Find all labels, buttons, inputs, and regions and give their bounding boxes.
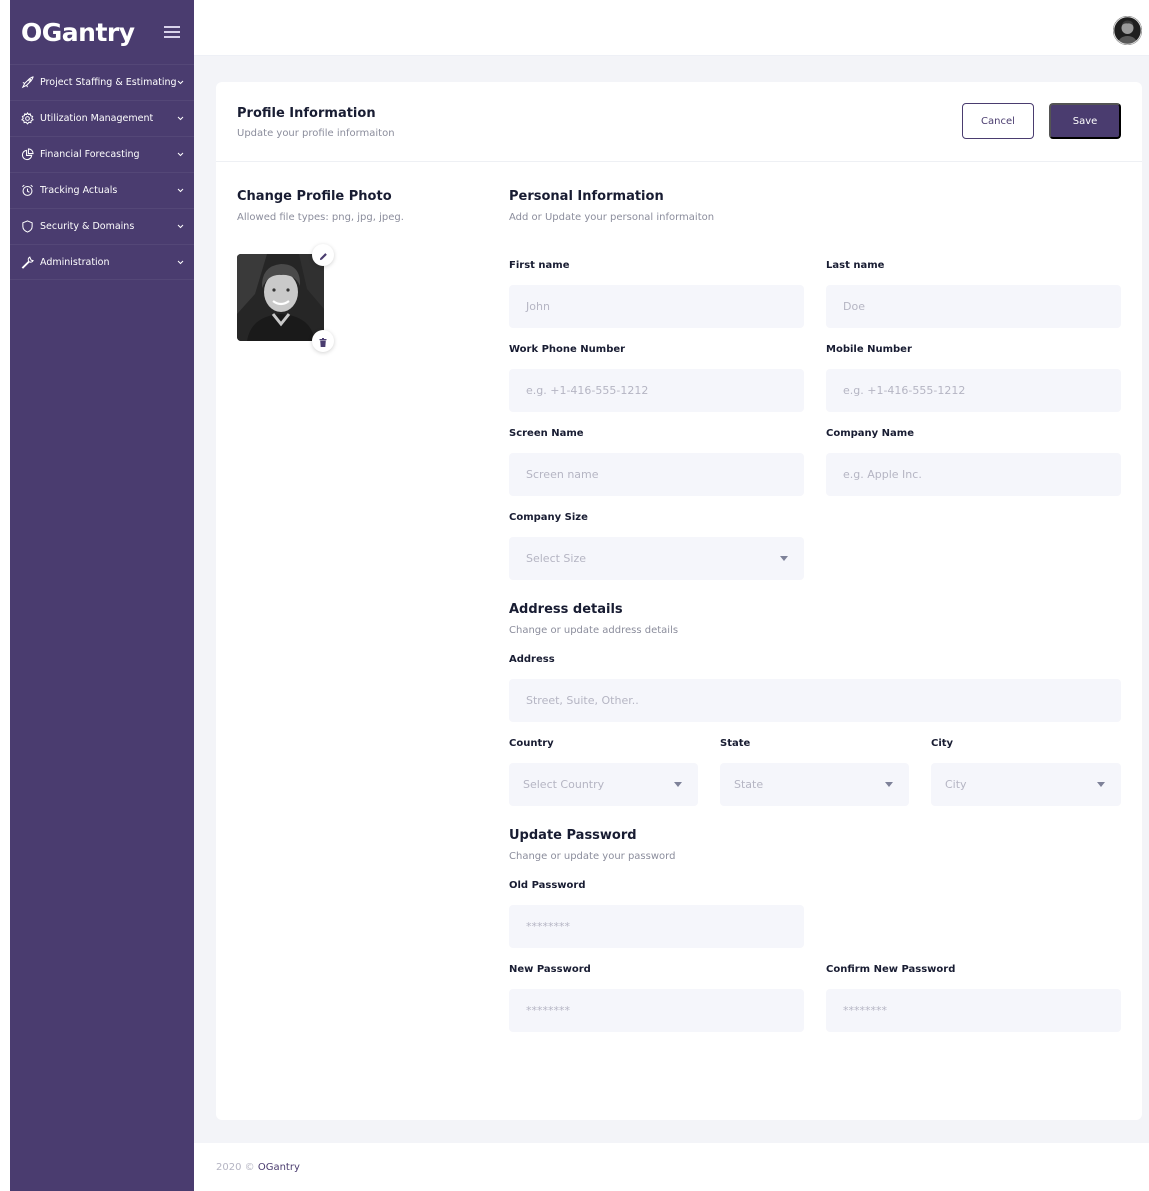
old-password-input[interactable]: ********	[509, 905, 804, 948]
chevron-down-icon	[176, 258, 184, 266]
sidebar-item-label: Financial Forecasting	[40, 149, 140, 160]
remove-photo-button[interactable]	[312, 330, 334, 352]
user-avatar[interactable]	[1113, 16, 1142, 45]
first-name-input[interactable]: John	[509, 285, 804, 328]
page-subtitle: Update your profile informaiton	[237, 128, 395, 139]
work-phone-input[interactable]: e.g. +1-416-555-1212	[509, 369, 804, 412]
city-select[interactable]: City	[931, 763, 1121, 806]
old-password-label: Old Password	[509, 880, 586, 891]
state-select[interactable]: State	[720, 763, 909, 806]
new-password-input[interactable]: ********	[509, 989, 804, 1032]
caret-down-icon	[885, 782, 893, 787]
address-section-subtitle: Change or update address details	[509, 625, 679, 636]
country-label: Country	[509, 738, 554, 749]
cancel-button[interactable]: Cancel	[962, 103, 1034, 139]
city-label: City	[931, 738, 954, 749]
sidebar-header: OGantry	[10, 0, 194, 64]
personal-section-subtitle: Add or Update your personal informaiton	[509, 212, 715, 223]
screen-name-input[interactable]: Screen name	[509, 453, 804, 496]
wrench-icon	[20, 255, 34, 269]
shield-icon	[20, 220, 34, 234]
address-input[interactable]: Street, Suite, Other..	[509, 679, 1121, 722]
company-size-label: Company Size	[509, 512, 588, 523]
sidebar-item-label: Security & Domains	[40, 221, 135, 232]
photo-section-subtitle: Allowed file types: png, jpg, jpeg.	[237, 212, 404, 223]
edit-photo-button[interactable]	[312, 244, 334, 266]
address-label: Address	[509, 654, 555, 665]
state-label: State	[720, 738, 751, 749]
topbar	[194, 0, 1149, 56]
alarm-clock-icon	[20, 184, 34, 198]
work-phone-label: Work Phone Number	[509, 344, 626, 355]
footer-text: 2020 © OGantry	[216, 1162, 300, 1173]
caret-down-icon	[674, 782, 682, 787]
last-name-label: Last name	[826, 260, 885, 271]
company-size-select[interactable]: Select Size	[509, 537, 804, 580]
mobile-number-label: Mobile Number	[826, 344, 912, 355]
chevron-down-icon	[176, 115, 184, 123]
confirm-password-label: Confirm New Password	[826, 964, 956, 975]
card-header: Profile Information Update your profile …	[216, 82, 1142, 162]
country-value: Select Country	[523, 778, 605, 791]
mobile-number-input[interactable]: e.g. +1-416-555-1212	[826, 369, 1121, 412]
password-section-title: Update Password	[509, 828, 637, 843]
company-name-input[interactable]: e.g. Apple Inc.	[826, 453, 1121, 496]
caret-down-icon	[1097, 782, 1105, 787]
confirm-password-input[interactable]: ********	[826, 989, 1121, 1032]
company-name-label: Company Name	[826, 428, 914, 439]
company-size-value: Select Size	[526, 552, 587, 565]
first-name-label: First name	[509, 260, 570, 271]
profile-card: Profile Information Update your profile …	[216, 82, 1142, 1120]
country-select[interactable]: Select Country	[509, 763, 698, 806]
password-section-subtitle: Change or update your password	[509, 851, 676, 862]
sidebar-item-security[interactable]: Security & Domains	[10, 208, 194, 244]
menu-toggle-icon[interactable]	[164, 26, 180, 38]
sidebar-item-project-staffing[interactable]: Project Staffing & Estimating	[10, 64, 194, 100]
city-value: City	[945, 778, 967, 791]
sidebar-item-label: Project Staffing & Estimating	[40, 77, 176, 88]
footer: 2020 © OGantry	[194, 1143, 1149, 1191]
sidebar-item-administration[interactable]: Administration	[10, 244, 194, 280]
sidebar: OGantry Project Staffing & Estimating Ut…	[10, 0, 194, 1191]
caret-down-icon	[780, 556, 788, 561]
chevron-down-icon	[176, 223, 184, 231]
screen-name-label: Screen Name	[509, 428, 584, 439]
sidebar-item-utilization[interactable]: Utilization Management	[10, 100, 194, 136]
sidebar-item-label: Utilization Management	[40, 113, 154, 124]
footer-copyright: 2020 ©	[216, 1162, 255, 1173]
sidebar-item-financial[interactable]: Financial Forecasting	[10, 136, 194, 172]
gear-icon	[20, 112, 34, 126]
chevron-down-icon	[176, 79, 184, 87]
photo-section-title: Change Profile Photo	[237, 189, 392, 204]
last-name-input[interactable]: Doe	[826, 285, 1121, 328]
trash-icon	[319, 332, 327, 351]
state-value: State	[734, 778, 764, 791]
rocket-icon	[20, 76, 34, 90]
page-title: Profile Information	[237, 106, 376, 121]
chevron-down-icon	[176, 151, 184, 159]
sidebar-item-label: Administration	[40, 256, 110, 268]
personal-section-title: Personal Information	[509, 189, 664, 204]
pencil-icon	[319, 246, 328, 265]
profile-photo	[237, 254, 324, 341]
new-password-label: New Password	[509, 964, 591, 975]
logo[interactable]: OGantry	[21, 18, 135, 47]
sidebar-item-label: Tracking Actuals	[40, 185, 118, 196]
sidebar-item-tracking[interactable]: Tracking Actuals	[10, 172, 194, 208]
save-button[interactable]: Save	[1049, 103, 1121, 139]
footer-link[interactable]: OGantry	[258, 1162, 300, 1173]
chevron-down-icon	[176, 187, 184, 195]
pie-chart-icon	[20, 148, 34, 162]
address-section-title: Address details	[509, 602, 623, 617]
